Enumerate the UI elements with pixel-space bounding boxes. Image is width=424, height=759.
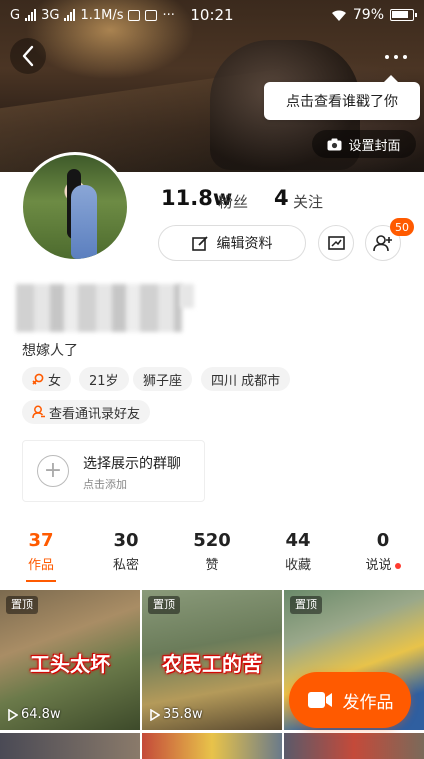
tab-moments-count: 0 bbox=[376, 530, 390, 551]
active-tab-indicator bbox=[26, 580, 56, 582]
view-count-value: 64.8w bbox=[21, 707, 61, 722]
zodiac-tag[interactable]: 狮子座 bbox=[133, 367, 193, 391]
location-tag[interactable]: 四川 成都市 bbox=[201, 367, 291, 391]
avatar-figure bbox=[71, 185, 97, 259]
tab-private-count: 30 bbox=[113, 530, 139, 551]
tab-moments-label: 说说 bbox=[348, 554, 418, 573]
video-thumbnail[interactable] bbox=[142, 733, 282, 759]
tab-moments[interactable]: 0 说说 bbox=[348, 530, 418, 573]
video-thumbnail[interactable]: 置顶 工头太坏 64.8w bbox=[0, 590, 140, 730]
tab-private-label: 私密 bbox=[112, 558, 139, 573]
group-card-subtitle: 点击添加 bbox=[83, 478, 127, 491]
video-thumbnail[interactable] bbox=[0, 733, 140, 759]
poke-tooltip[interactable]: 点击查看谁戳了你 bbox=[264, 75, 420, 120]
following-count[interactable]: 4 bbox=[274, 186, 289, 210]
username-blurred-tail bbox=[180, 284, 194, 308]
chevron-left-icon bbox=[22, 45, 34, 67]
video-caption: 工头太坏 bbox=[30, 652, 110, 676]
set-cover-button[interactable]: 设置封面 bbox=[312, 130, 416, 158]
add-user-icon bbox=[373, 235, 392, 252]
battery-icon bbox=[390, 9, 417, 21]
more-button[interactable] bbox=[377, 40, 415, 74]
tab-moments-text: 说说 bbox=[365, 558, 392, 573]
group-card-title: 选择展示的群聊 bbox=[83, 456, 181, 472]
post-video-label: 发作品 bbox=[342, 692, 394, 713]
back-button[interactable] bbox=[10, 38, 46, 74]
video-thumbnail[interactable] bbox=[284, 733, 424, 759]
pinned-badge: 置顶 bbox=[148, 596, 180, 614]
tab-likes-label: 赞 bbox=[205, 558, 219, 573]
tab-works-label: 作品 bbox=[27, 558, 54, 573]
video-camera-icon bbox=[307, 692, 332, 708]
view-count: 64.8w bbox=[8, 707, 61, 722]
more-dot-icon bbox=[385, 55, 389, 59]
edit-profile-label: 编辑资料 bbox=[216, 236, 273, 252]
video-thumbnail[interactable]: 置顶 农民工的苦 35.8w bbox=[142, 590, 282, 730]
edit-profile-button[interactable]: 编辑资料 bbox=[158, 225, 306, 261]
contacts-button[interactable]: 查看通讯录好友 bbox=[22, 400, 151, 424]
clock: 10:21 bbox=[190, 6, 234, 24]
play-icon bbox=[8, 708, 18, 721]
contacts-label: 查看通讯录好友 bbox=[49, 406, 141, 422]
plus-icon: + bbox=[37, 455, 69, 487]
tab-likes-count: 520 bbox=[193, 530, 231, 551]
more-dot-icon bbox=[394, 55, 398, 59]
chart-icon bbox=[327, 235, 345, 250]
avatar[interactable] bbox=[20, 152, 130, 262]
username-blurred bbox=[16, 284, 182, 332]
tab-favorites[interactable]: 44 收藏 bbox=[263, 530, 333, 573]
female-icon bbox=[32, 373, 44, 385]
more-dot-icon bbox=[403, 55, 407, 59]
video-caption: 农民工的苦 bbox=[162, 652, 262, 676]
unread-dot bbox=[394, 562, 401, 569]
view-count: 35.8w bbox=[150, 707, 203, 722]
group-chat-card[interactable]: + 选择展示的群聊 点击添加 bbox=[22, 440, 205, 502]
age-tag[interactable]: 21岁 bbox=[79, 367, 129, 391]
gender-label: 女 bbox=[48, 373, 62, 389]
pinned-badge: 置顶 bbox=[6, 596, 38, 614]
fans-label[interactable]: 粉丝 bbox=[218, 191, 248, 212]
friend-request-badge: 50 bbox=[390, 218, 414, 236]
gender-tag[interactable]: 女 bbox=[22, 367, 72, 391]
profile-tabs: 37 作品 30 私密 520 赞 44 收藏 0 说说 bbox=[0, 530, 424, 582]
play-icon bbox=[150, 708, 160, 721]
bio-text[interactable]: 想嫁人了 bbox=[22, 340, 78, 360]
post-video-button[interactable]: 发作品 bbox=[289, 672, 411, 728]
edit-icon bbox=[191, 235, 208, 251]
tab-favorites-count: 44 bbox=[285, 530, 311, 551]
tab-likes[interactable]: 520 赞 bbox=[177, 530, 247, 573]
status-bar: G 3G 1.1M/s ··· 10:21 79% bbox=[0, 0, 424, 30]
set-cover-label: 设置封面 bbox=[348, 138, 401, 154]
stats-button[interactable] bbox=[318, 225, 354, 261]
contacts-icon bbox=[32, 405, 45, 419]
following-label[interactable]: 关注 bbox=[293, 191, 323, 212]
tab-works-count: 37 bbox=[28, 530, 54, 551]
tab-favorites-label: 收藏 bbox=[284, 558, 311, 573]
tab-works[interactable]: 37 作品 bbox=[6, 530, 76, 573]
pinned-badge: 置顶 bbox=[290, 596, 322, 614]
profile-page: G 3G 1.1M/s ··· 10:21 79% 点击查看谁戳了你 设置封面 … bbox=[0, 0, 424, 759]
tab-private[interactable]: 30 私密 bbox=[91, 530, 161, 573]
camera-icon bbox=[327, 138, 342, 150]
view-count-value: 35.8w bbox=[163, 707, 203, 722]
